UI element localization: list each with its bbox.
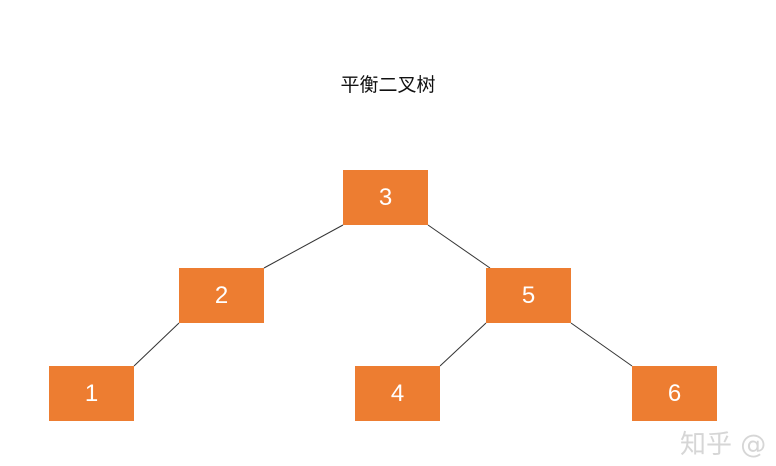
tree-node-6: 6 [632,366,717,421]
tree-node-1: 1 [49,366,134,421]
tree-node-4: 4 [355,366,440,421]
edge-2-1 [133,322,180,367]
edge-5-6 [570,322,633,367]
watermark-text: 知乎 @ [680,430,767,460]
edge-3-2 [263,224,344,269]
tree-node-2: 2 [179,268,264,323]
edge-3-5 [427,224,491,269]
tree-node-5: 5 [486,268,571,323]
edge-5-4 [439,322,487,367]
tree-node-3: 3 [343,170,428,225]
